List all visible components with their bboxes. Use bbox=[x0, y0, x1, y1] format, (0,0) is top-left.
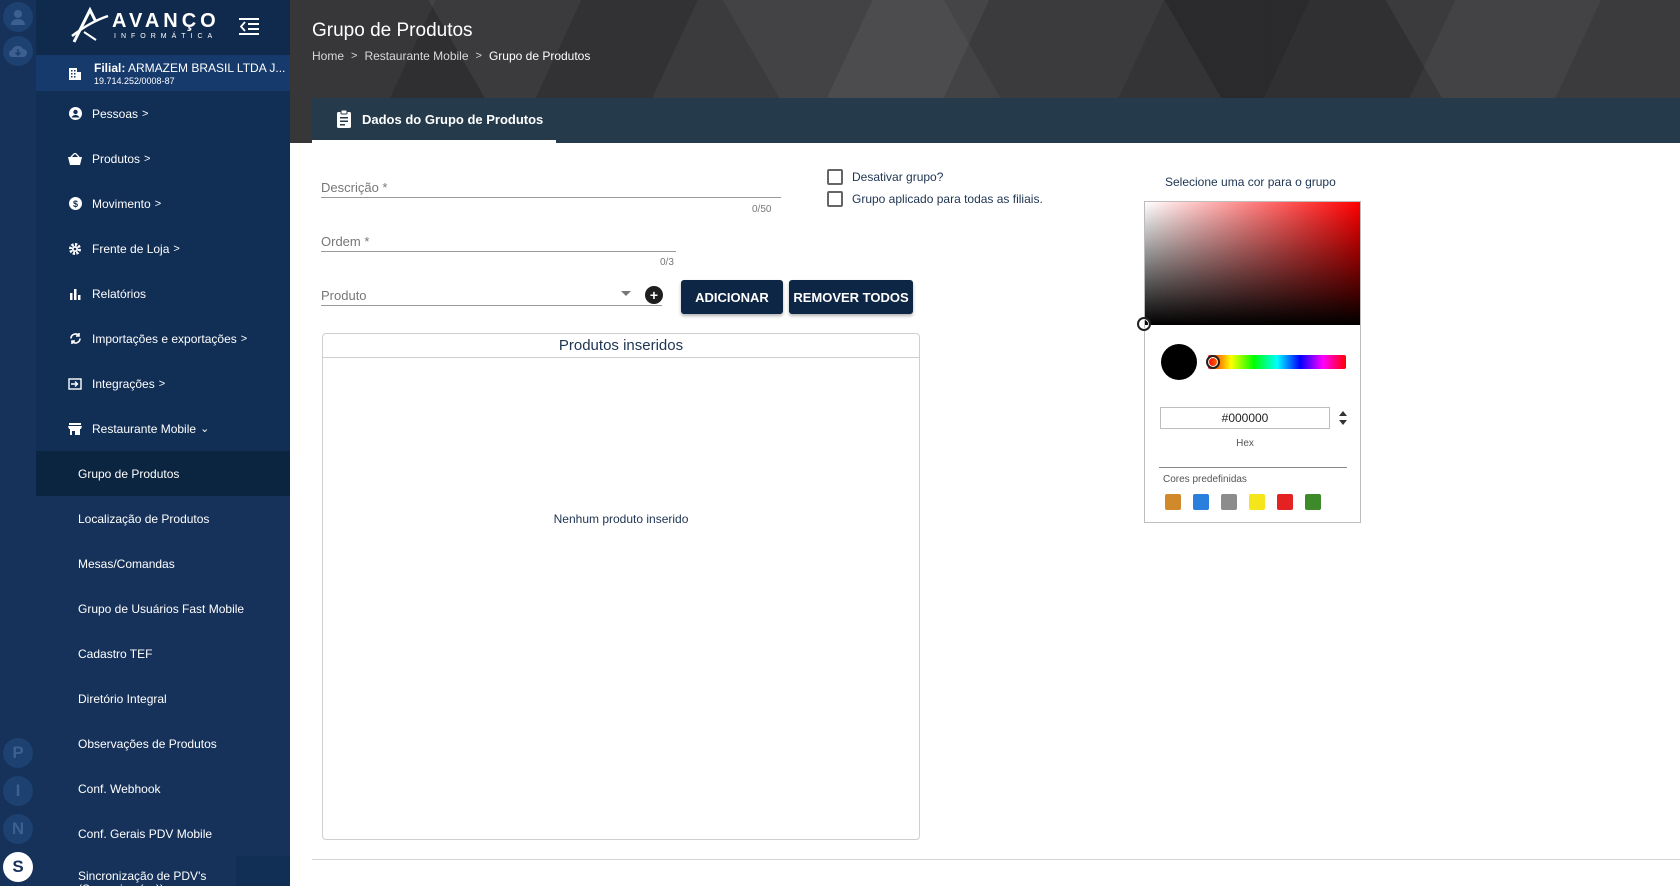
desativar-grupo-label: Desativar grupo? bbox=[852, 170, 944, 184]
todas-filiais-label: Grupo aplicado para todas as filiais. bbox=[852, 192, 1043, 206]
produto-select[interactable] bbox=[321, 285, 662, 306]
sidebar-subitem-grupo-de-produtos[interactable]: Grupo de Produtos bbox=[36, 451, 290, 496]
card-tab-bar: Dados do Grupo de Produtos bbox=[312, 98, 1680, 143]
clipboard-icon bbox=[337, 110, 351, 128]
adicionar-button[interactable]: ADICIONAR bbox=[681, 280, 783, 314]
sidebar-nav: Pessoas > Produtos > $ Movimento > Frente d… bbox=[36, 91, 290, 886]
filial-cnpj: 19.714.252/0008-87 bbox=[94, 76, 175, 86]
sidebar-item-produtos[interactable]: Produtos > bbox=[36, 136, 290, 181]
dropdown-arrow-icon[interactable] bbox=[621, 291, 631, 296]
logo-mark-icon bbox=[70, 6, 110, 46]
tab-dados-grupo-produtos[interactable]: Dados do Grupo de Produtos bbox=[312, 98, 556, 143]
app-rail: P I N S bbox=[0, 0, 36, 886]
produtos-inseridos-panel: Produtos inseridos Nenhum produto inseri… bbox=[322, 333, 920, 840]
remover-todos-button[interactable]: REMOVER TODOS bbox=[789, 280, 913, 314]
sidebar-item-restaurante-mobile[interactable]: Restaurante Mobile ⌄ bbox=[36, 406, 290, 451]
sidebar-item-pessoas[interactable]: Pessoas > bbox=[36, 91, 290, 136]
picker-divider bbox=[1159, 467, 1347, 468]
money-icon: $ bbox=[68, 197, 82, 211]
hex-label: Hex bbox=[1236, 438, 1254, 449]
sidebar-subitem-mesas-comandas[interactable]: Mesas/Comandas bbox=[36, 541, 290, 586]
sidebar-subitem-sincronizacao-pdvs[interactable]: Sincronização de PDV's (Supervisor(es)) bbox=[36, 856, 236, 886]
color-picker: Hex Cores predefinidas bbox=[1137, 201, 1361, 523]
breadcrumb-restaurante-mobile[interactable]: Restaurante Mobile bbox=[364, 49, 468, 63]
color-picker-label: Selecione uma cor para o grupo bbox=[1165, 175, 1336, 189]
current-color-swatch bbox=[1161, 344, 1197, 380]
basket-icon bbox=[68, 152, 82, 166]
presets-title: Cores predefinidas bbox=[1163, 474, 1247, 485]
page-title: Grupo de Produtos bbox=[312, 20, 473, 41]
sidebar-item-movimento[interactable]: $ Movimento > bbox=[36, 181, 290, 226]
checkbox-icon[interactable] bbox=[827, 191, 843, 207]
preset-blue[interactable] bbox=[1193, 494, 1209, 510]
sidebar-subitem-conf-gerais-pdv-mobile[interactable]: Conf. Gerais PDV Mobile bbox=[36, 811, 290, 856]
user-icon[interactable] bbox=[3, 2, 33, 32]
form-card: 0/50 0/3 + ADICIONAR REMOVER TODOS Produ… bbox=[312, 143, 1680, 860]
menu-collapse-icon[interactable] bbox=[239, 16, 261, 36]
sidebar-item-relatorios[interactable]: Relatórios bbox=[36, 271, 290, 316]
breadcrumb-home[interactable]: Home bbox=[312, 49, 344, 63]
chevron-right-icon: > bbox=[475, 50, 482, 62]
descricao-input[interactable] bbox=[321, 177, 781, 197]
descricao-counter: 0/50 bbox=[752, 204, 772, 215]
breadcrumb: Home > Restaurante Mobile > Grupo de Pro… bbox=[312, 49, 590, 63]
sidebar-subitem-localizacao-de-produtos[interactable]: Localização de Produtos bbox=[36, 496, 290, 541]
preset-red[interactable] bbox=[1277, 494, 1293, 510]
ordem-counter: 0/3 bbox=[660, 257, 674, 268]
saturation-area[interactable] bbox=[1145, 202, 1360, 325]
rail-button-i[interactable]: I bbox=[3, 776, 33, 806]
rail-button-n[interactable]: N bbox=[3, 814, 33, 844]
cloud-download-icon[interactable] bbox=[3, 36, 33, 66]
produto-input[interactable] bbox=[321, 285, 662, 305]
login-icon bbox=[68, 377, 82, 391]
chevron-right-icon: > bbox=[351, 50, 358, 62]
gear-icon bbox=[68, 242, 82, 256]
preset-yellow[interactable] bbox=[1249, 494, 1265, 510]
svg-text:$: $ bbox=[72, 199, 77, 209]
sidebar: AVANÇO INFORMÁTICA Filial: ARMAZEM BRASI… bbox=[36, 0, 290, 886]
todas-filiais-checkbox[interactable]: Grupo aplicado para todas as filiais. bbox=[827, 191, 1043, 207]
produtos-empty-message: Nenhum produto inserido bbox=[553, 512, 689, 526]
preset-green[interactable] bbox=[1305, 494, 1321, 510]
building-icon bbox=[69, 68, 81, 80]
filial-selector[interactable]: Filial: ARMAZEM BRASIL LTDA J... 19.714.… bbox=[36, 55, 290, 91]
rail-button-p[interactable]: P bbox=[3, 738, 33, 768]
desativar-grupo-checkbox[interactable]: Desativar grupo? bbox=[827, 169, 943, 185]
filial-label: Filial: bbox=[94, 61, 126, 75]
saturation-handle[interactable] bbox=[1137, 317, 1151, 331]
sidebar-item-frente-de-loja[interactable]: Frente de Loja > bbox=[36, 226, 290, 271]
rail-button-s[interactable]: S bbox=[3, 852, 33, 882]
brand-name: AVANÇO bbox=[112, 10, 220, 32]
descricao-field bbox=[321, 177, 781, 198]
account-circle-icon bbox=[68, 107, 82, 121]
sync-icon bbox=[68, 332, 82, 346]
preset-gray[interactable] bbox=[1221, 494, 1237, 510]
checkbox-icon[interactable] bbox=[827, 169, 843, 185]
store-icon bbox=[68, 422, 82, 436]
format-toggle-icon[interactable] bbox=[1338, 410, 1348, 426]
sidebar-subitem-diretorio-integral[interactable]: Diretório Integral bbox=[36, 676, 290, 721]
hue-slider[interactable] bbox=[1208, 355, 1346, 369]
produtos-inseridos-title: Produtos inseridos bbox=[323, 334, 919, 358]
brand-logo[interactable]: AVANÇO INFORMÁTICA bbox=[70, 6, 220, 46]
filial-name: ARMAZEM BRASIL LTDA J... bbox=[128, 61, 286, 75]
preset-orange[interactable] bbox=[1165, 494, 1181, 510]
sidebar-item-integracoes[interactable]: Integrações > bbox=[36, 361, 290, 406]
sidebar-subitem-cadastro-tef[interactable]: Cadastro TEF bbox=[36, 631, 290, 676]
sidebar-subitem-grupo-usuarios-fast-mobile[interactable]: Grupo de Usuários Fast Mobile bbox=[36, 586, 290, 631]
ordem-input[interactable] bbox=[321, 231, 676, 251]
hex-input[interactable] bbox=[1160, 407, 1330, 429]
ordem-field bbox=[321, 231, 676, 252]
add-produto-icon[interactable]: + bbox=[645, 286, 663, 304]
brand-tagline: INFORMÁTICA bbox=[114, 33, 218, 40]
sidebar-subitem-observacoes-de-produtos[interactable]: Observações de Produtos bbox=[36, 721, 290, 766]
bar-chart-icon bbox=[68, 287, 82, 301]
hue-handle[interactable] bbox=[1206, 355, 1220, 369]
sidebar-subitem-conf-webhook[interactable]: Conf. Webhook bbox=[36, 766, 290, 811]
breadcrumb-current: Grupo de Produtos bbox=[488, 49, 591, 63]
sidebar-header: AVANÇO INFORMÁTICA bbox=[36, 0, 290, 55]
sidebar-item-importacoes-exportacoes[interactable]: Importações e exportações > bbox=[36, 316, 290, 361]
